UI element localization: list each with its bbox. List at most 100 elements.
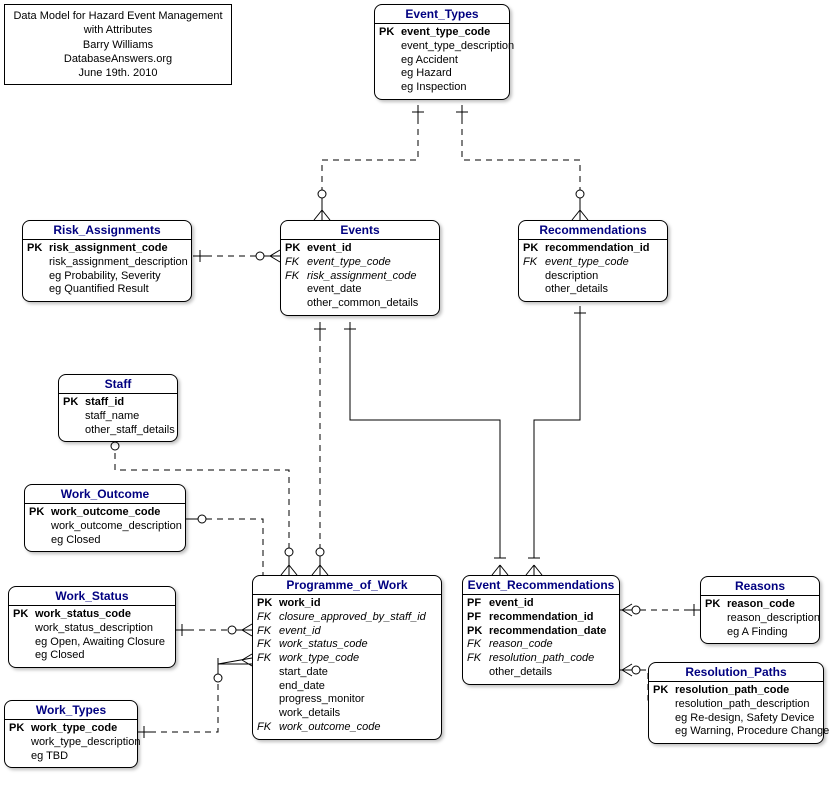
attribute-row: PKresolution_path_code xyxy=(651,684,821,698)
key-label: PK xyxy=(257,597,279,611)
entity-work-outcome: Work_Outcome PKwork_outcome_codework_out… xyxy=(24,484,186,552)
attribute-row: FKwork_status_code xyxy=(255,638,439,652)
attribute-row: eg Closed xyxy=(27,534,183,548)
attribute-name: work_status_code xyxy=(279,638,368,652)
key-label: FK xyxy=(467,652,489,666)
attribute-name: work_id xyxy=(279,597,321,611)
entity-title: Work_Status xyxy=(9,587,175,606)
key-label: PK xyxy=(467,625,489,639)
attribute-row: event_type_description xyxy=(377,40,507,54)
attribute-name: event_type_code xyxy=(401,26,490,40)
attribute-name: eg Warning, Procedure Change xyxy=(675,725,829,739)
attribute-row: start_date xyxy=(255,666,439,680)
entity-body: PKstaff_idstaff_nameother_staff_details xyxy=(59,394,177,441)
attribute-name: risk_assignment_description xyxy=(49,256,188,270)
attribute-row: PKwork_type_code xyxy=(7,722,135,736)
attribute-row: other_details xyxy=(521,283,665,297)
attribute-row: FKclosure_approved_by_staff_id xyxy=(255,611,439,625)
attribute-name: eg TBD xyxy=(31,750,68,764)
attribute-row: resolution_path_description xyxy=(651,698,821,712)
attribute-row: work_status_description xyxy=(11,622,173,636)
attribute-name: other_common_details xyxy=(307,297,418,311)
attribute-row: PKstaff_id xyxy=(61,396,175,410)
entity-resolution-paths: Resolution_Paths PKresolution_path_coder… xyxy=(648,662,824,744)
key-label: FK xyxy=(467,638,489,652)
attribute-name: description xyxy=(545,270,598,284)
entity-title: Work_Outcome xyxy=(25,485,185,504)
entity-body: PKwork_status_codework_status_descriptio… xyxy=(9,606,175,667)
attribute-name: resolution_path_code xyxy=(489,652,594,666)
attribute-row: FKwork_type_code xyxy=(255,652,439,666)
key-label: FK xyxy=(257,611,279,625)
attribute-row: PKwork_outcome_code xyxy=(27,506,183,520)
entity-work-status: Work_Status PKwork_status_codework_statu… xyxy=(8,586,176,668)
attribute-row: eg Warning, Procedure Change xyxy=(651,725,821,739)
entity-title: Events xyxy=(281,221,439,240)
attribute-row: PKrisk_assignment_code xyxy=(25,242,189,256)
attribute-name: eg Probability, Severity xyxy=(49,270,161,284)
entity-reasons: Reasons PKreason_codereason_descriptione… xyxy=(700,576,820,644)
attribute-row: PKrecommendation_id xyxy=(521,242,665,256)
attribute-row: risk_assignment_description xyxy=(25,256,189,270)
attribute-row: FKevent_id xyxy=(255,625,439,639)
entity-title: Programme_of_Work xyxy=(253,576,441,595)
key-label: FK xyxy=(285,256,307,270)
attribute-row: PKwork_status_code xyxy=(11,608,173,622)
attribute-row: PFevent_id xyxy=(465,597,617,611)
attribute-name: event_type_code xyxy=(307,256,391,270)
attribute-name: event_type_description xyxy=(401,40,514,54)
key-label: PK xyxy=(523,242,545,256)
attribute-name: end_date xyxy=(279,680,325,694)
attribute-name: event_id xyxy=(307,242,352,256)
attribute-row: eg TBD xyxy=(7,750,135,764)
attribute-name: other_details xyxy=(545,283,608,297)
attribute-name: eg Re-design, Safety Device xyxy=(675,712,814,726)
diagram-meta-box: Data Model for Hazard Event Management w… xyxy=(4,4,232,85)
entity-body: PKreason_codereason_descriptioneg A Find… xyxy=(701,596,819,643)
key-label: PK xyxy=(379,26,401,40)
entity-risk-assignments: Risk_Assignments PKrisk_assignment_coder… xyxy=(22,220,192,302)
attribute-name: reason_description xyxy=(727,612,820,626)
entity-title: Staff xyxy=(59,375,177,394)
key-label: FK xyxy=(285,270,307,284)
attribute-row: work_type_description xyxy=(7,736,135,750)
attribute-row: description xyxy=(521,270,665,284)
attribute-row: eg A Finding xyxy=(703,626,817,640)
attribute-name: work_type_description xyxy=(31,736,140,750)
entity-body: PKevent_idFKevent_type_codeFKrisk_assign… xyxy=(281,240,439,315)
attribute-row: FKrisk_assignment_code xyxy=(283,270,437,284)
key-label: PK xyxy=(29,506,51,520)
entity-work-types: Work_Types PKwork_type_codework_type_des… xyxy=(4,700,138,768)
attribute-row: FKreason_code xyxy=(465,638,617,652)
attribute-row: other_details xyxy=(465,666,617,680)
meta-line1: Data Model for Hazard Event Management xyxy=(13,9,223,23)
key-label: PK xyxy=(705,598,727,612)
meta-line4: DatabaseAnswers.org xyxy=(13,52,223,66)
attribute-name: resolution_path_code xyxy=(675,684,789,698)
attribute-row: end_date xyxy=(255,680,439,694)
attribute-name: eg Hazard xyxy=(401,67,452,81)
attribute-name: work_status_description xyxy=(35,622,153,636)
attribute-row: work_outcome_description xyxy=(27,520,183,534)
attribute-name: other_details xyxy=(489,666,552,680)
attribute-name: eg Inspection xyxy=(401,81,466,95)
attribute-row: eg Open, Awaiting Closure xyxy=(11,636,173,650)
attribute-row: PKevent_id xyxy=(283,242,437,256)
attribute-name: risk_assignment_code xyxy=(307,270,416,284)
attribute-name: closure_approved_by_staff_id xyxy=(279,611,426,625)
key-label: FK xyxy=(523,256,545,270)
meta-line5: June 19th. 2010 xyxy=(13,66,223,80)
key-label: PF xyxy=(467,611,489,625)
attribute-row: other_staff_details xyxy=(61,424,175,438)
attribute-row: reason_description xyxy=(703,612,817,626)
entity-body: PKwork_idFKclosure_approved_by_staff_idF… xyxy=(253,595,441,739)
entity-title: Event_Recommendations xyxy=(463,576,619,595)
attribute-name: risk_assignment_code xyxy=(49,242,168,256)
attribute-name: staff_id xyxy=(85,396,124,410)
entity-body: PKevent_type_codeevent_type_descriptione… xyxy=(375,24,509,99)
attribute-name: work_status_code xyxy=(35,608,131,622)
attribute-row: PKreason_code xyxy=(703,598,817,612)
entity-body: PKrecommendation_idFKevent_type_codedesc… xyxy=(519,240,667,301)
entity-title: Work_Types xyxy=(5,701,137,720)
entity-body: PFevent_idPFrecommendation_idPKrecommend… xyxy=(463,595,619,684)
